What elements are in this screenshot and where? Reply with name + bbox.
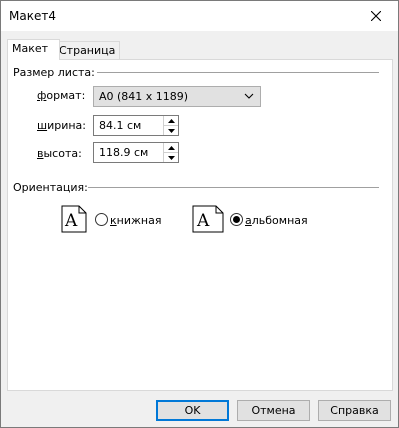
height-spinbox[interactable]: 118.9 см [93, 142, 179, 163]
width-label-accesskey: ш [37, 119, 48, 132]
format-label-text: ормат: [46, 89, 86, 102]
close-button[interactable] [353, 1, 398, 31]
ok-button[interactable]: OK [156, 400, 229, 421]
tab-page[interactable]: Страница [54, 41, 120, 60]
width-increment-button[interactable] [164, 116, 178, 126]
sheet-size-divider [97, 72, 379, 73]
title-bar: Макет4 [1, 1, 398, 31]
format-label: формат: [37, 89, 85, 102]
width-decrement-button[interactable] [164, 126, 178, 135]
tab-panel-layout: Размер листа: формат: A0 (841 x 1189) ши… [7, 59, 393, 391]
width-label: ширина: [37, 119, 86, 132]
portrait-page-icon: A [61, 205, 87, 233]
landscape-radio[interactable] [230, 213, 243, 226]
portrait-label-text: нижная [116, 214, 162, 227]
chevron-down-icon [244, 93, 254, 99]
tab-layout[interactable]: Макет [7, 39, 60, 60]
close-icon [370, 11, 381, 21]
format-label-accesskey: ф [37, 89, 47, 102]
caret-up-icon [167, 145, 175, 150]
caret-down-icon [167, 155, 175, 160]
width-spin-buttons [163, 116, 178, 135]
landscape-icon-letter: A [196, 211, 210, 231]
orientation-divider [88, 187, 379, 188]
landscape-page-icon: A [192, 205, 224, 233]
format-select-value: A0 (841 x 1189) [99, 90, 189, 103]
height-value: 118.9 см [99, 146, 149, 159]
portrait-label[interactable]: книжная [110, 214, 161, 227]
caret-down-icon [167, 128, 175, 133]
height-label-text: ысота: [43, 147, 82, 160]
landscape-label-text: льбомная [251, 214, 308, 227]
portrait-icon-letter: A [64, 211, 78, 231]
window-title: Макет4 [9, 9, 56, 23]
format-select[interactable]: A0 (841 x 1189) [93, 86, 261, 107]
landscape-label[interactable]: альбомная [245, 214, 308, 227]
height-increment-button[interactable] [164, 143, 178, 153]
width-spinbox[interactable]: 84.1 см [93, 115, 179, 136]
portrait-label-accesskey: к [110, 214, 117, 227]
dialog-window: Макет4 Макет Страница Размер листа: форм… [0, 0, 399, 428]
portrait-radio[interactable] [95, 213, 108, 226]
width-label-text: ирина: [47, 119, 86, 132]
landscape-label-accesskey: а [245, 214, 252, 227]
help-button[interactable]: Справка [318, 400, 391, 421]
orientation-group-label: Ориентация: [13, 181, 88, 194]
height-spin-buttons [163, 143, 178, 162]
sheet-size-group-label: Размер листа: [13, 66, 95, 79]
width-value: 84.1 см [99, 119, 142, 132]
height-decrement-button[interactable] [164, 153, 178, 162]
cancel-button[interactable]: Отмена [237, 400, 310, 421]
height-label: высота: [37, 147, 82, 160]
caret-up-icon [167, 118, 175, 123]
